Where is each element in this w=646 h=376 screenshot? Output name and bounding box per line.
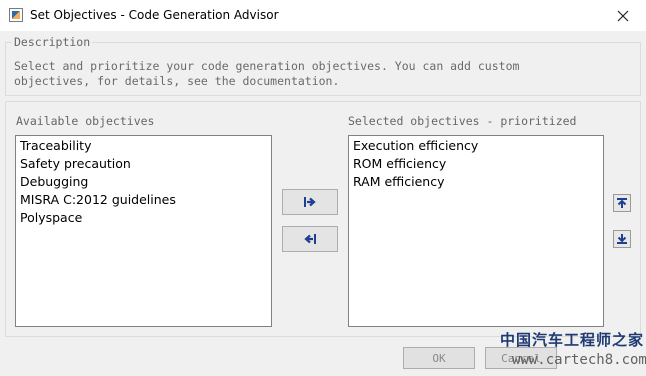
description-label: Description [12,35,93,49]
title-bar: Set Objectives - Code Generation Advisor [0,0,646,31]
selected-objectives-list[interactable]: Execution efficiency ROM efficiency RAM … [348,135,604,327]
arrow-left-icon [304,234,316,244]
ok-button[interactable]: OK [403,347,475,369]
move-up-button[interactable] [613,194,631,212]
list-item[interactable]: Polyspace [20,209,271,227]
selected-objectives-label: Selected objectives - prioritized [348,114,577,128]
watermark-text: 中国汽车工程师之家 [500,331,645,349]
add-objective-button[interactable] [282,189,338,215]
list-item[interactable]: Traceability [20,137,271,155]
description-text: Select and prioritize your code generati… [14,59,520,88]
remove-objective-button[interactable] [282,226,338,252]
move-up-icon [617,198,627,208]
list-item[interactable]: Safety precaution [20,155,271,173]
arrow-right-icon [304,197,316,207]
close-button[interactable] [600,0,646,31]
move-down-icon [617,234,627,244]
list-item[interactable]: ROM efficiency [353,155,603,173]
close-icon [617,10,629,21]
list-item[interactable]: Debugging [20,173,271,191]
list-item[interactable]: MISRA C:2012 guidelines [20,191,271,209]
watermark-url: www.cartech8.com [512,352,646,368]
list-item[interactable]: Execution efficiency [353,137,603,155]
available-objectives-list[interactable]: Traceability Safety precaution Debugging… [15,135,272,327]
list-item[interactable]: RAM efficiency [353,173,603,191]
app-icon [9,8,23,22]
available-objectives-label: Available objectives [16,114,155,128]
window-title: Set Objectives - Code Generation Advisor [30,8,279,22]
move-down-button[interactable] [613,230,631,248]
